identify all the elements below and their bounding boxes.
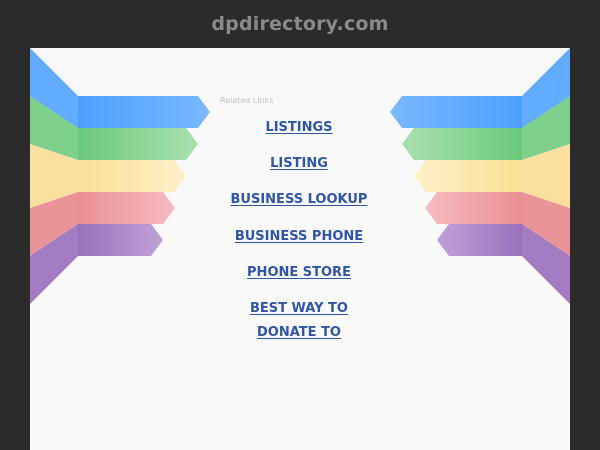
related-link-phone-store[interactable]: PHONE STORE	[199, 261, 399, 284]
decorative-ribbons	[30, 48, 570, 304]
related-link-best-way-to[interactable]: BEST WAY TO	[199, 297, 399, 320]
domain-title: dpdirectory.com	[211, 13, 389, 35]
related-link-business-lookup[interactable]: BUSINESS LOOKUP	[199, 188, 399, 211]
content-panel: Related Links LISTINGS LISTING BUSINESS …	[30, 48, 570, 450]
related-link-listings[interactable]: LISTINGS	[199, 116, 399, 139]
related-link-donate-to[interactable]: DONATE TO	[199, 321, 399, 344]
related-links-heading: Related Links	[220, 96, 274, 105]
related-link-listing[interactable]: LISTING	[199, 152, 399, 175]
related-link-business-phone[interactable]: BUSINESS PHONE	[199, 225, 399, 248]
